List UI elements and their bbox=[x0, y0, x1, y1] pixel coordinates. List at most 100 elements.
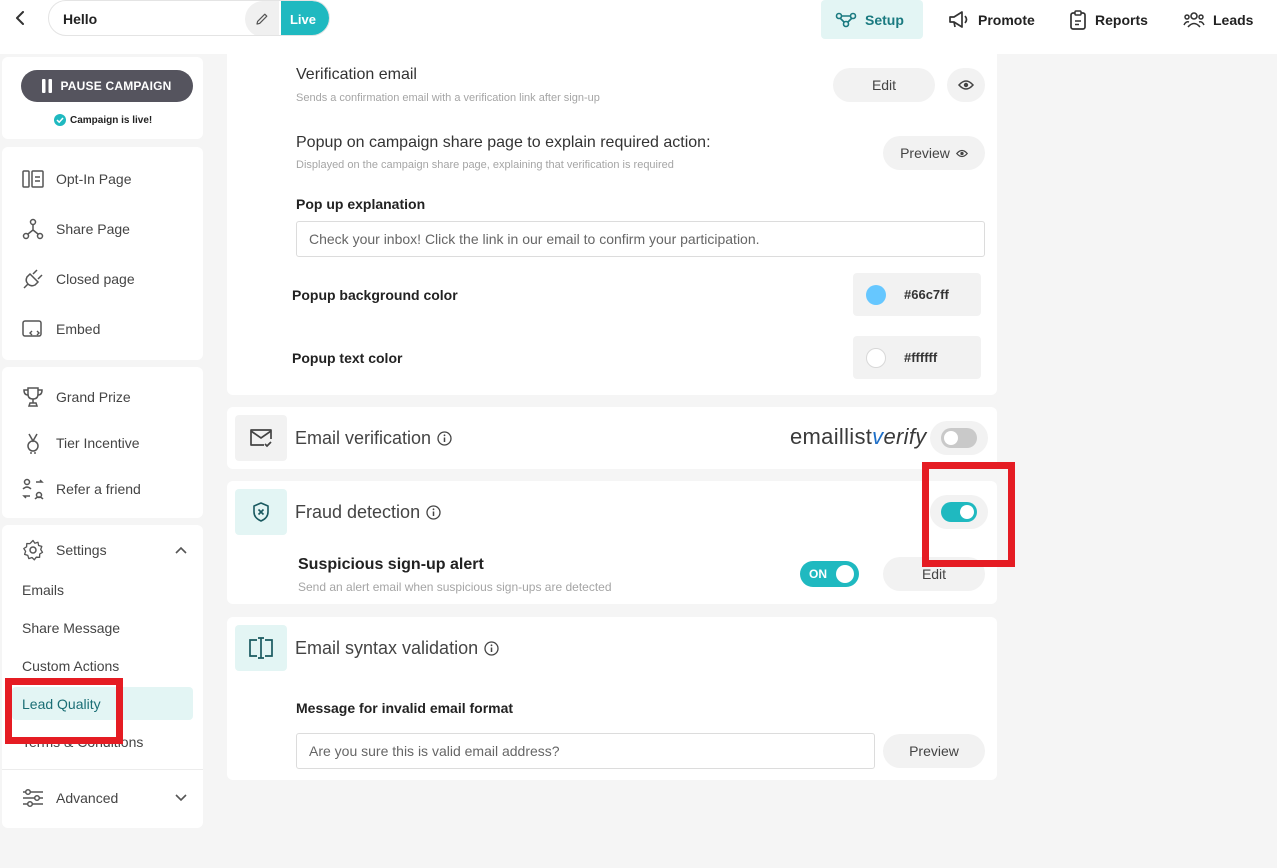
nav-promote[interactable]: Promote bbox=[934, 0, 1049, 39]
sidebar-item-label: Opt-In Page bbox=[56, 171, 132, 187]
email-verification-title: Email verification bbox=[295, 428, 432, 448]
verification-email-title: Verification email bbox=[296, 66, 417, 83]
chevron-up-icon bbox=[175, 546, 187, 554]
info-icon[interactable] bbox=[426, 505, 441, 520]
back-button[interactable] bbox=[10, 7, 32, 29]
nav-leads[interactable]: Leads bbox=[1169, 0, 1267, 39]
sidebar-item-label: Embed bbox=[56, 321, 101, 337]
campaign-name: Hello bbox=[63, 11, 98, 27]
eye-icon bbox=[958, 80, 974, 90]
sidebar-item-embed[interactable]: Embed bbox=[22, 314, 100, 344]
share-icon bbox=[22, 218, 44, 240]
bg-color-hex: #66c7ff bbox=[904, 287, 949, 302]
sidebar-sub-item-terms[interactable]: Terms & Conditions bbox=[22, 734, 143, 750]
fraud-detection-title: Fraud detection bbox=[295, 502, 421, 522]
edit-label: Edit bbox=[871, 77, 897, 93]
pencil-icon bbox=[256, 13, 268, 25]
suspicious-alert-title: Suspicious sign-up alert bbox=[298, 556, 484, 573]
syntax-preview-button[interactable]: Preview bbox=[883, 734, 985, 768]
popup-explanation-label: Pop up explanation bbox=[296, 196, 426, 212]
text-color-swatch bbox=[866, 347, 886, 368]
email-verification-title-row: Email verification bbox=[295, 428, 452, 449]
plug-icon bbox=[23, 269, 43, 289]
trophy-icon bbox=[23, 387, 43, 407]
nav-setup-label: Setup bbox=[865, 11, 904, 28]
syntax-validation-icon-box bbox=[235, 625, 287, 671]
toggle-on-label: ON bbox=[809, 567, 827, 581]
syntax-validation-title-row: Email syntax validation bbox=[295, 638, 499, 659]
preview-email-button[interactable] bbox=[947, 68, 985, 102]
nav-promote-label: Promote bbox=[978, 11, 1035, 28]
megaphone-icon bbox=[949, 10, 968, 28]
popup-bg-color-picker[interactable]: #66c7ff bbox=[853, 273, 981, 316]
popup-text-color-picker[interactable]: #ffffff bbox=[853, 336, 981, 379]
sidebar-sub-item-custom-actions[interactable]: Custom Actions bbox=[22, 658, 119, 674]
info-icon[interactable] bbox=[484, 641, 499, 656]
campaign-name-field[interactable]: Hello Live bbox=[48, 0, 330, 36]
preview-label: Preview bbox=[900, 145, 950, 161]
suspicious-alert-subtitle: Send an alert email when suspicious sign… bbox=[298, 580, 612, 594]
edit-label: Edit bbox=[921, 566, 947, 582]
emaillistverify-logo: emaillistverify bbox=[790, 424, 927, 449]
nav-setup[interactable]: Setup bbox=[821, 0, 923, 39]
pause-campaign-label: PAUSE CAMPAIGN bbox=[60, 79, 172, 93]
text-color-hex: #ffffff bbox=[904, 350, 938, 365]
advanced-label: Advanced bbox=[56, 790, 119, 806]
sidebar-item-label: Grand Prize bbox=[56, 389, 131, 405]
settings-section-toggle[interactable]: Settings bbox=[22, 535, 187, 565]
setup-icon bbox=[835, 12, 857, 27]
sidebar-item-label: Tier Incentive bbox=[56, 435, 140, 451]
opt-in-icon bbox=[22, 170, 44, 188]
fraud-detection-toggle[interactable] bbox=[930, 495, 988, 529]
toggle-switch-off bbox=[941, 428, 977, 448]
nav-reports[interactable]: Reports bbox=[1055, 0, 1162, 39]
popup-title: Popup on campaign share page to explain … bbox=[296, 134, 711, 151]
invalid-format-message-label: Message for invalid email format bbox=[296, 700, 514, 716]
gear-icon bbox=[23, 539, 44, 561]
nav-leads-label: Leads bbox=[1213, 11, 1254, 28]
sidebar-sub-item-share-message[interactable]: Share Message bbox=[22, 620, 120, 636]
campaign-live-status: Campaign is live! bbox=[54, 114, 152, 126]
suspicious-alert-toggle[interactable]: ON bbox=[800, 561, 859, 587]
sidebar-item-opt-in-page[interactable]: Opt-In Page bbox=[22, 164, 132, 194]
popup-text-color-label: Popup text color bbox=[292, 350, 403, 366]
live-status-badge[interactable]: Live bbox=[281, 1, 329, 35]
advanced-section-toggle[interactable]: Advanced bbox=[22, 783, 187, 813]
chevron-down-icon bbox=[175, 794, 187, 802]
email-verification-toggle[interactable] bbox=[930, 421, 988, 455]
edit-verification-email-button[interactable]: Edit bbox=[833, 68, 935, 102]
top-bar: Hello Live Setup Promote Reports Leads bbox=[0, 0, 1277, 54]
chevron-left-icon bbox=[16, 11, 24, 25]
campaign-live-text: Campaign is live! bbox=[70, 114, 153, 126]
sidebar-item-closed-page[interactable]: Closed page bbox=[22, 264, 135, 294]
sliders-icon bbox=[23, 788, 43, 808]
nav-reports-label: Reports bbox=[1095, 11, 1148, 28]
invalid-format-message-input[interactable]: Are you sure this is valid email address… bbox=[296, 733, 875, 769]
toggle-switch-on bbox=[941, 502, 977, 522]
medal-icon bbox=[27, 433, 39, 454]
eye-icon bbox=[955, 149, 968, 157]
pause-campaign-button[interactable]: PAUSE CAMPAIGN bbox=[21, 70, 193, 102]
bg-color-swatch bbox=[866, 284, 886, 305]
sidebar-item-refer-a-friend[interactable]: Refer a friend bbox=[22, 474, 141, 504]
sidebar-divider bbox=[2, 769, 203, 770]
info-icon[interactable] bbox=[437, 431, 452, 446]
people-icon bbox=[1183, 11, 1205, 28]
popup-preview-button[interactable]: Preview bbox=[883, 136, 985, 170]
sidebar-item-share-page[interactable]: Share Page bbox=[22, 214, 130, 244]
sidebar-sub-item-emails[interactable]: Emails bbox=[22, 582, 64, 598]
refer-icon bbox=[22, 478, 44, 500]
sidebar-sub-item-lead-quality[interactable]: Lead Quality bbox=[22, 696, 101, 712]
sidebar-item-tier-incentive[interactable]: Tier Incentive bbox=[22, 428, 140, 458]
sidebar-item-grand-prize[interactable]: Grand Prize bbox=[22, 382, 131, 412]
popup-explanation-input[interactable]: Check your inbox! Click the link in our … bbox=[296, 221, 985, 257]
shield-x-icon bbox=[253, 502, 269, 522]
sidebar-item-label: Refer a friend bbox=[56, 481, 141, 497]
preview-label: Preview bbox=[909, 743, 959, 759]
text-cursor-icon bbox=[249, 637, 273, 659]
mail-check-icon bbox=[250, 429, 272, 448]
email-verification-icon-box bbox=[235, 415, 287, 461]
edit-alert-button[interactable]: Edit bbox=[883, 557, 985, 591]
fraud-detection-title-row: Fraud detection bbox=[295, 502, 441, 523]
edit-name-button[interactable] bbox=[245, 1, 279, 35]
